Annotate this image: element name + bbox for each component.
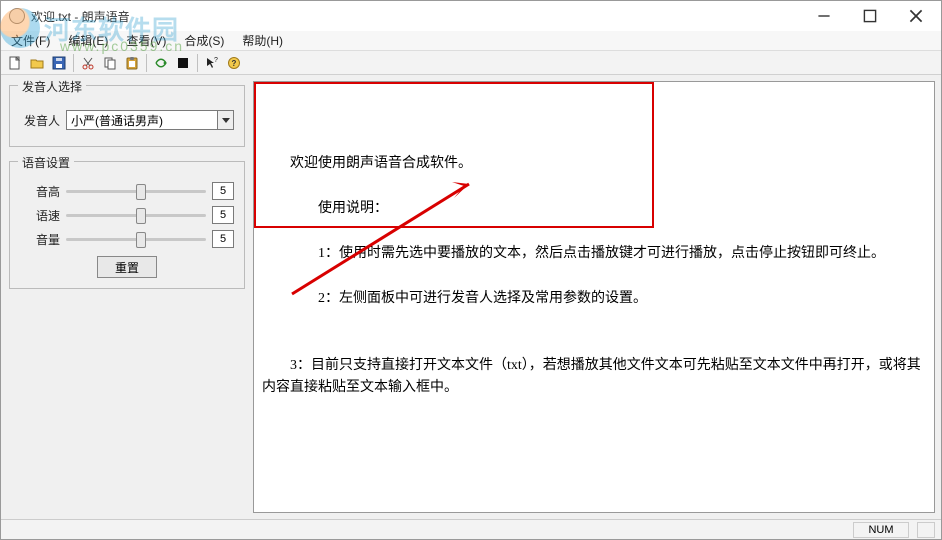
settings-group-title: 语音设置 <box>18 154 74 171</box>
voice-group: 发音人选择 发音人 小严(普通话男声) <box>9 85 245 147</box>
paste-icon <box>125 56 139 70</box>
slider-thumb[interactable] <box>136 184 146 200</box>
save-button[interactable] <box>49 53 69 73</box>
settings-group: 语音设置 音高 5 语速 5 音量 <box>9 161 245 289</box>
copy-button[interactable] <box>100 53 120 73</box>
toolbar-separator <box>197 54 198 72</box>
speed-value: 5 <box>212 206 234 224</box>
left-panel: 发音人选择 发音人 小严(普通话男声) 语音设置 音高 <box>1 75 253 519</box>
text-line: 欢迎使用朗声语音合成软件。 <box>290 156 472 171</box>
cut-button[interactable] <box>78 53 98 73</box>
status-num: NUM <box>853 522 909 538</box>
close-icon <box>909 9 923 23</box>
text-editor[interactable]: 欢迎使用朗声语音合成软件。 使用说明： 1：使用时需先选中要播放的文本，然后点击… <box>253 81 935 513</box>
voice-combo[interactable]: 小严(普通话男声) <box>66 110 234 130</box>
toolbar-separator <box>73 54 74 72</box>
copy-icon <box>103 56 117 70</box>
speed-label: 语速 <box>20 207 60 224</box>
maximize-icon <box>863 9 877 23</box>
svg-text:?: ? <box>214 57 218 64</box>
toolbar-separator <box>146 54 147 72</box>
status-grip <box>917 522 935 538</box>
volume-label: 音量 <box>20 231 60 248</box>
voice-label: 发音人 <box>20 112 60 129</box>
speed-slider[interactable] <box>66 214 206 217</box>
minimize-button[interactable] <box>801 1 847 31</box>
new-icon <box>8 56 22 70</box>
save-icon <box>52 56 66 70</box>
volume-slider[interactable] <box>66 238 206 241</box>
app-icon <box>9 8 25 24</box>
help-icon: ? <box>227 56 241 70</box>
svg-text:?: ? <box>232 59 237 68</box>
text-line: 使用说明： <box>290 198 388 220</box>
new-button[interactable] <box>5 53 25 73</box>
maximize-button[interactable] <box>847 1 893 31</box>
cut-icon <box>81 56 95 70</box>
minimize-icon <box>817 9 831 23</box>
open-button[interactable] <box>27 53 47 73</box>
statusbar: NUM <box>1 519 941 539</box>
help-pointer-button[interactable]: ? <box>202 53 222 73</box>
text-line: 1：使用时需先选中要播放的文本，然后点击播放键才可进行播放，点击停止按钮即可终止… <box>290 243 885 265</box>
menu-file[interactable]: 文件(F) <box>5 31 56 50</box>
pitch-slider[interactable] <box>66 190 206 193</box>
slider-thumb[interactable] <box>136 232 146 248</box>
close-button[interactable] <box>893 1 939 31</box>
pitch-value: 5 <box>212 182 234 200</box>
menu-edit[interactable]: 编辑(E) <box>62 31 114 50</box>
window-title: 欢迎.txt - 朗声语音 <box>31 8 130 25</box>
chevron-down-icon <box>217 111 233 129</box>
app-window: 欢迎.txt - 朗声语音 文件(F) 编辑(E) 查看(V) 合成(S) 帮助… <box>0 0 942 540</box>
toolbar: ? ? <box>1 51 941 75</box>
menu-synth[interactable]: 合成(S) <box>178 31 230 50</box>
help-pointer-icon: ? <box>205 56 219 70</box>
play-icon <box>154 56 168 70</box>
stop-button[interactable] <box>173 53 193 73</box>
reset-label: 重置 <box>115 259 139 276</box>
paste-button[interactable] <box>122 53 142 73</box>
reset-button[interactable]: 重置 <box>97 256 157 278</box>
stop-icon <box>176 56 190 70</box>
titlebar: 欢迎.txt - 朗声语音 <box>1 1 941 31</box>
menubar: 文件(F) 编辑(E) 查看(V) 合成(S) 帮助(H) <box>1 31 941 51</box>
slider-thumb[interactable] <box>136 208 146 224</box>
volume-value: 5 <box>212 230 234 248</box>
open-icon <box>30 56 44 70</box>
pitch-label: 音高 <box>20 183 60 200</box>
body-area: 发音人选择 发音人 小严(普通话男声) 语音设置 音高 <box>1 75 941 519</box>
play-button[interactable] <box>151 53 171 73</box>
text-line: 2：左侧面板中可进行发音人选择及常用参数的设置。 <box>290 288 647 310</box>
text-content: 欢迎使用朗声语音合成软件。 使用说明： 1：使用时需先选中要播放的文本，然后点击… <box>262 131 926 422</box>
menu-view[interactable]: 查看(V) <box>120 31 172 50</box>
menu-help[interactable]: 帮助(H) <box>236 31 289 50</box>
text-line: 3：目前只支持直接打开文本文件（txt），若想播放其他文件文本可先粘贴至文本文件… <box>262 355 926 400</box>
voice-combo-value: 小严(普通话男声) <box>71 112 163 129</box>
voice-group-title: 发音人选择 <box>18 78 86 95</box>
help-button[interactable]: ? <box>224 53 244 73</box>
